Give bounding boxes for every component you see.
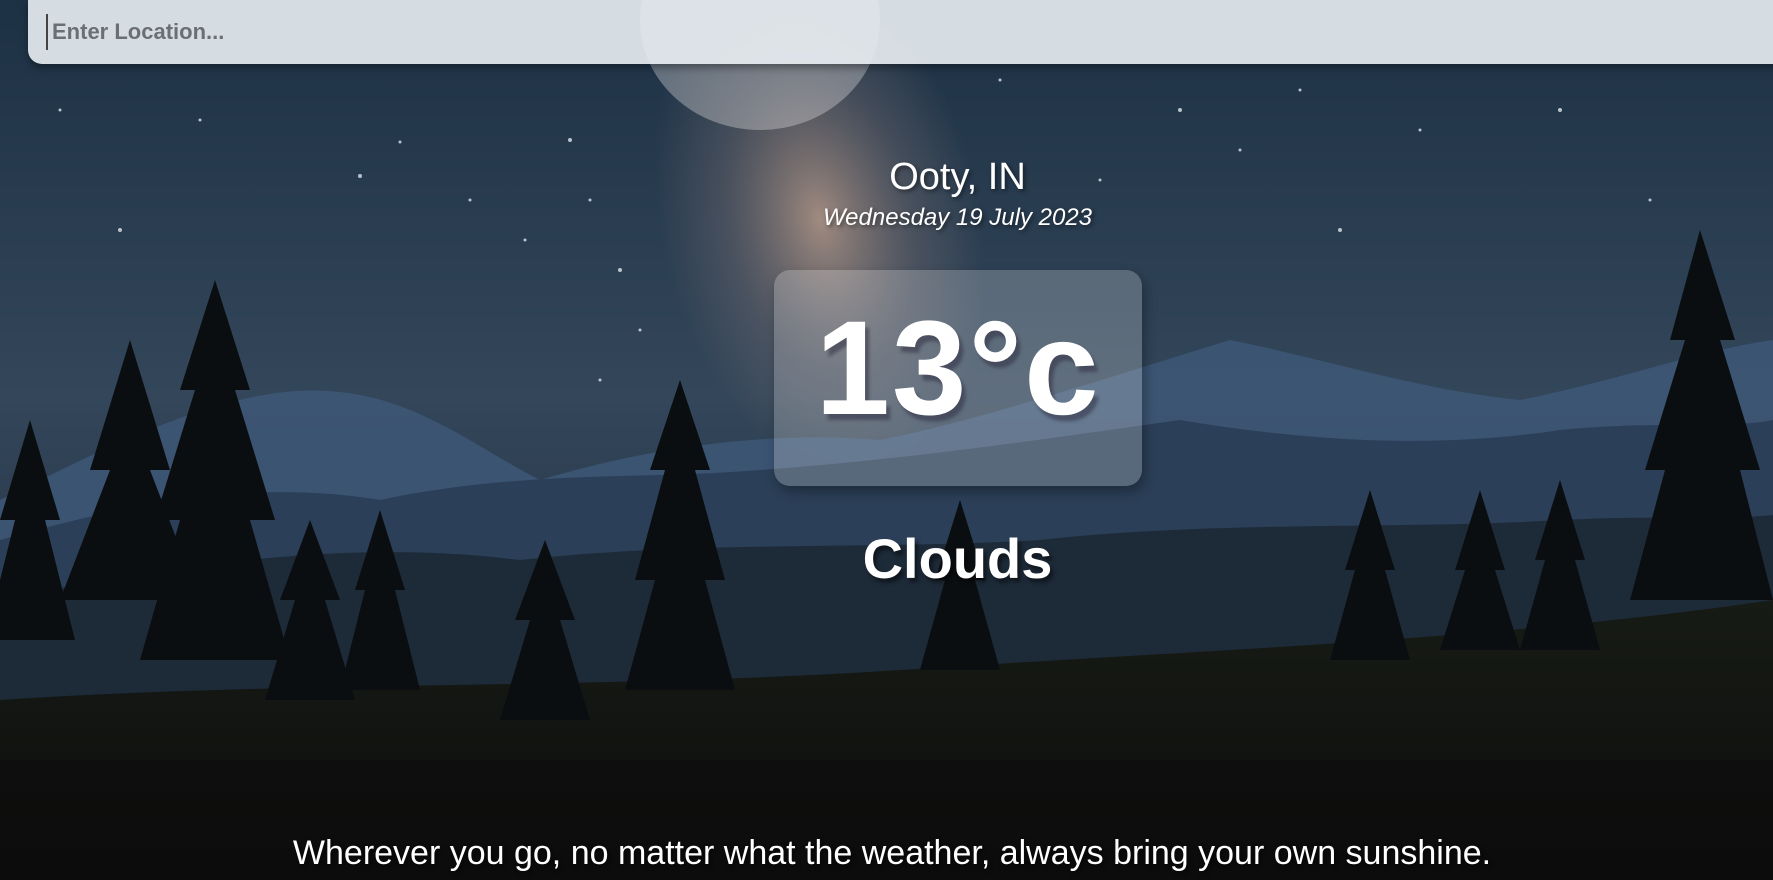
search-bar — [28, 0, 1773, 64]
current-date: Wednesday 19 July 2023 — [822, 204, 1093, 231]
temperature-card: 13°c — [774, 270, 1142, 486]
location-search-input[interactable] — [46, 14, 1554, 50]
weather-condition: Clouds — [862, 527, 1053, 590]
footer-quote: Wherever you go, no matter what the weat… — [292, 834, 1492, 872]
temperature-value: 13°c — [815, 294, 1101, 443]
location-name: Ooty, IN — [889, 156, 1026, 198]
